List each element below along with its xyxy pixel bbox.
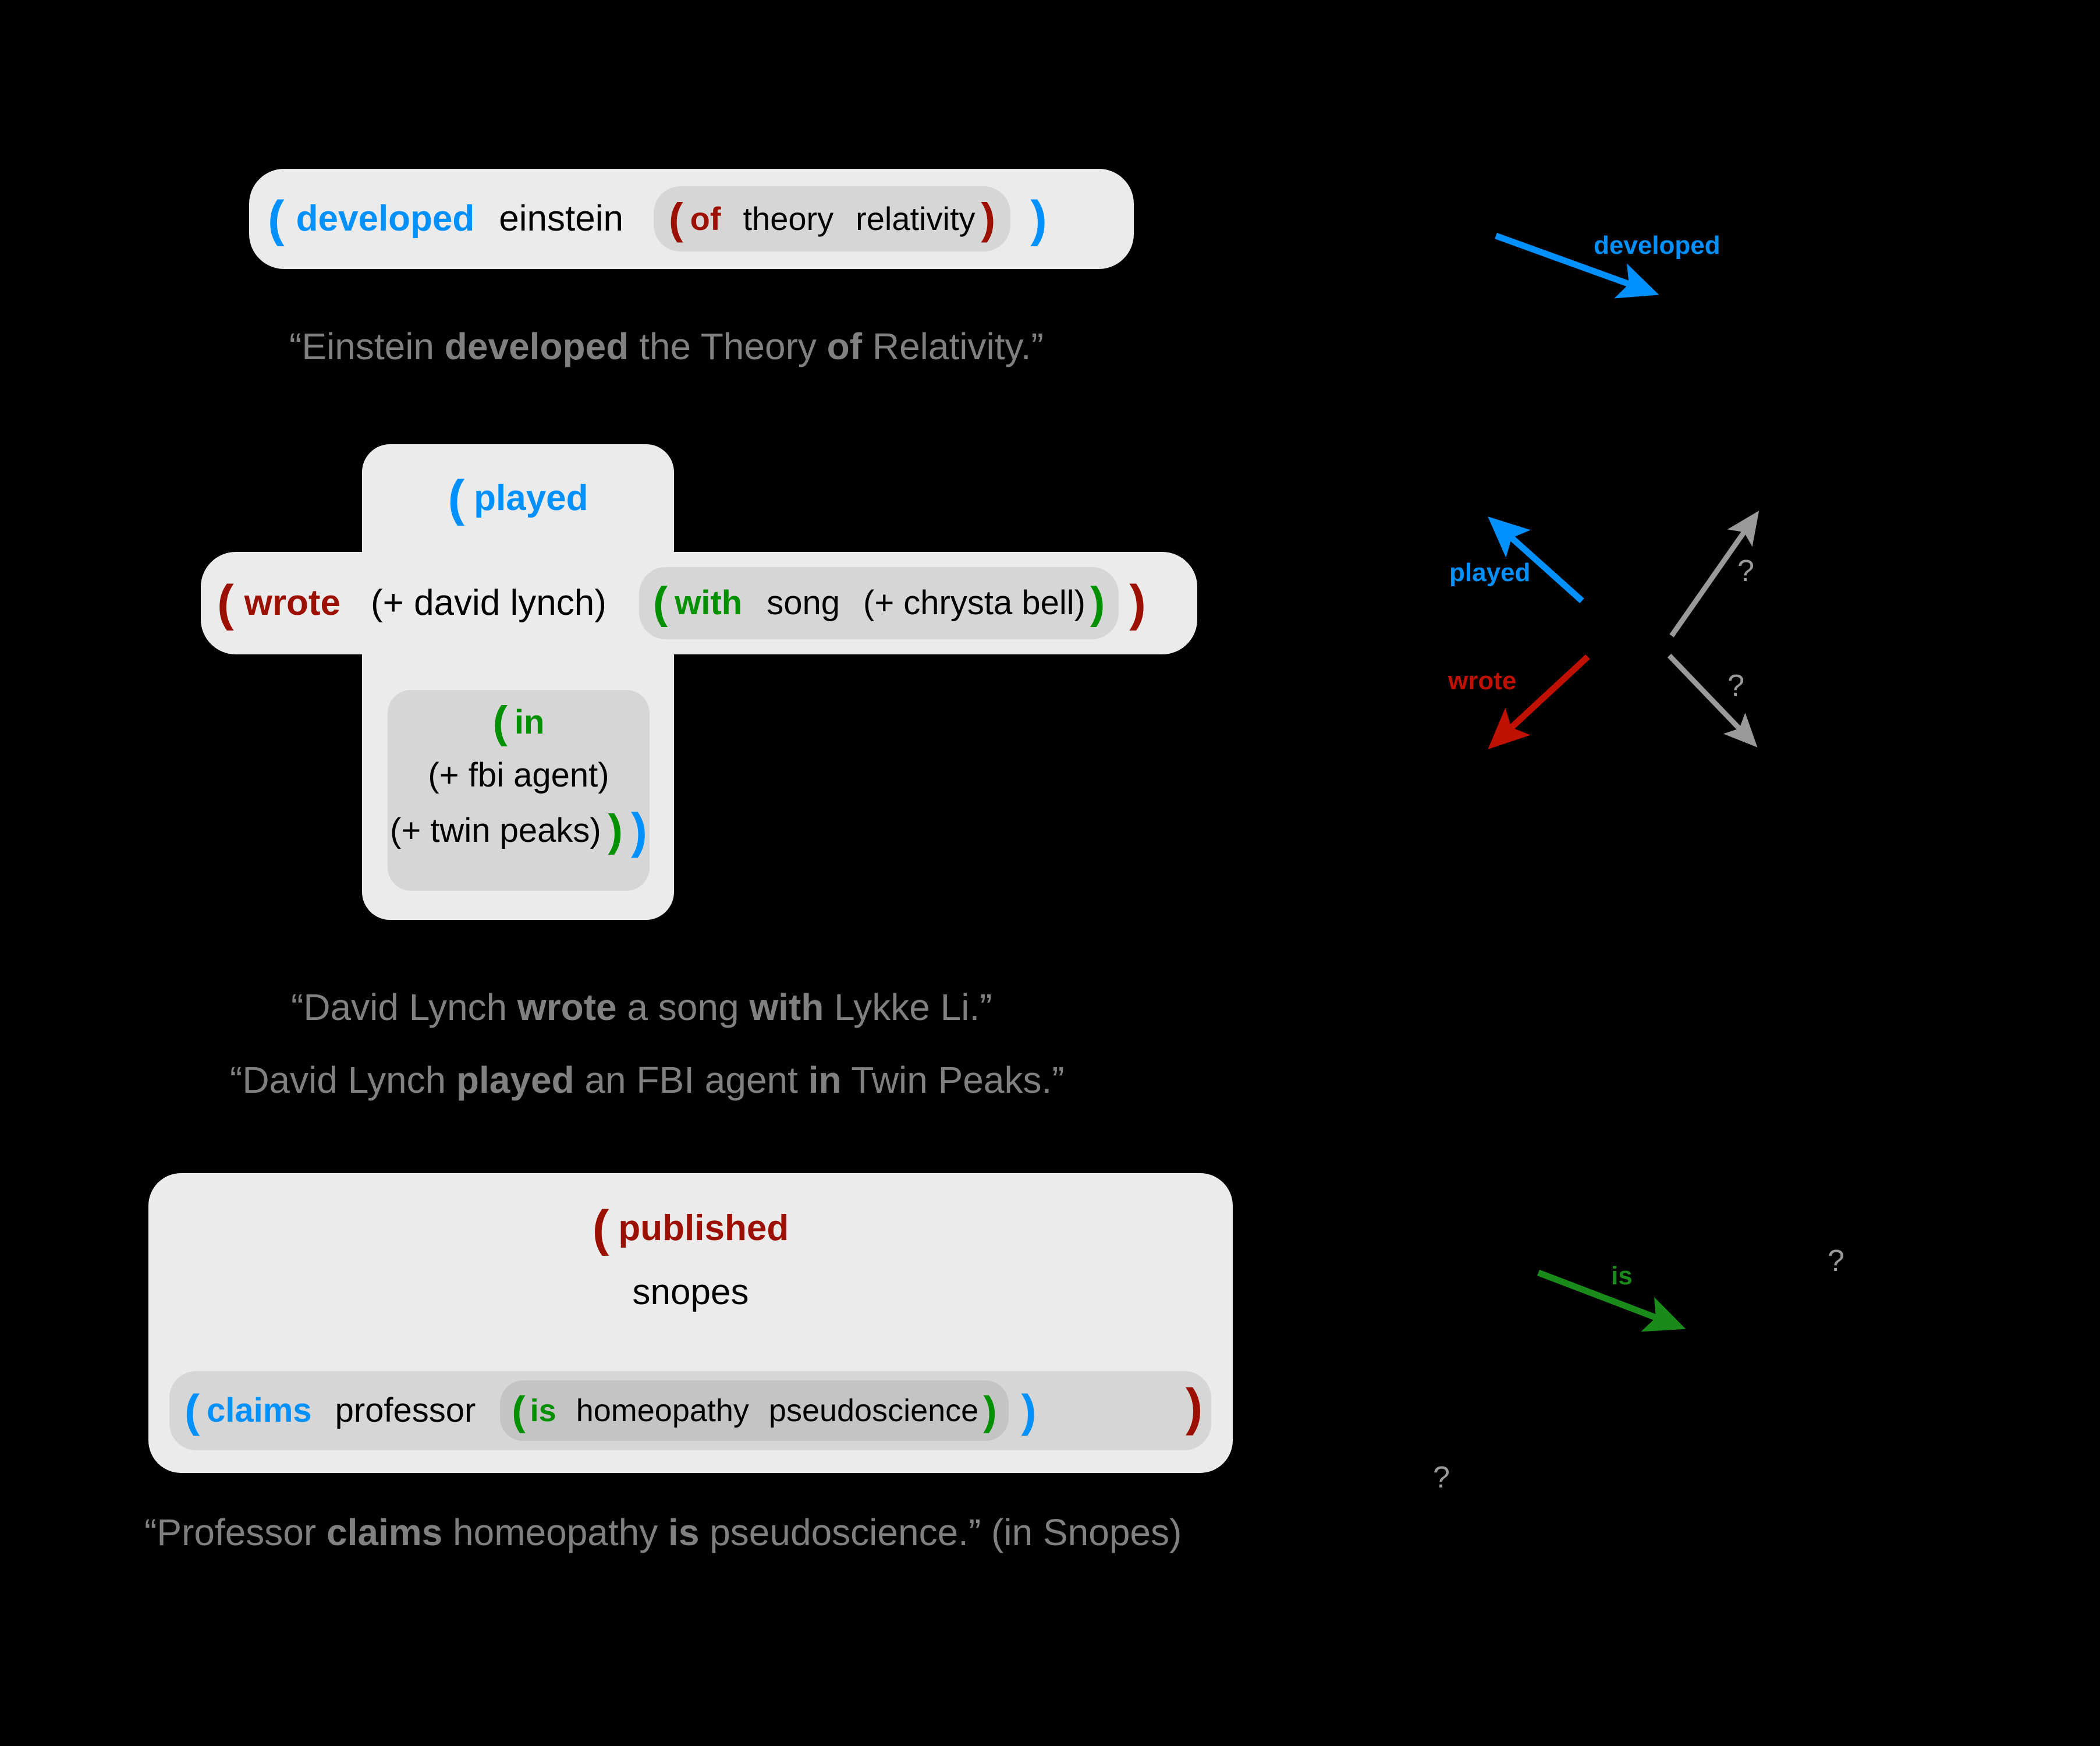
arrow-label-wrote: wrote [1448,667,1517,695]
close-paren-developed: ) [1030,191,1047,247]
caption-part-bold: claims [326,1511,443,1553]
predicate-is: is [530,1393,556,1428]
caption-part-bold: in [808,1059,842,1101]
arg-professor: professor [335,1391,476,1429]
caption-developed: “Einstein developed the Theory of Relati… [289,326,1044,367]
caption-part: Relativity.” [862,325,1044,367]
arg-theory: theory [743,200,834,237]
arg-chrysta-bell: (+ chrysta bell) [863,584,1086,622]
arg-einstein: einstein [499,199,623,239]
caption-part: a song [616,986,750,1028]
open-paren-of: ( [668,194,683,243]
structure-box-is: ( is homeopathy pseudoscience ) [500,1380,1009,1441]
predicate-developed: developed [296,199,475,239]
structure-box-claims: ( claims professor ( is homeopathy pseud… [169,1371,1211,1450]
caption-part: “David Lynch [291,986,517,1028]
played-head-row: ( played [362,444,674,523]
published-head-row: ( published [148,1173,1233,1253]
caption-part: “David Lynch [230,1059,456,1101]
in-arg2-row: (+ twin peaks) ) ) [388,792,650,855]
close-paren-of: ) [981,194,996,243]
close-paren-published: ) [1186,1378,1203,1436]
caption-part-bold: wrote [517,986,617,1028]
arg-twin-peaks: (+ twin peaks) [390,812,601,849]
arg-song: song [767,584,840,622]
structure-box-developed: ( developed einstein ( of theory relativ… [249,169,1134,269]
predicate-wrote: wrote [244,583,340,623]
arg-snopes: snopes [632,1272,749,1312]
arrow-is [1537,1269,1686,1332]
arg-homeopathy: homeopathy [576,1393,749,1428]
arg-fbi-agent: (+ fbi agent) [428,756,609,794]
close-paren-wrote: ) [1129,575,1146,631]
predicate-of: of [690,200,721,237]
caption-wrote: “David Lynch wrote a song with Lykke Li.… [291,987,992,1028]
caption-part: an FBI agent [574,1059,808,1101]
in-arg1-row: (+ fbi agent) [388,745,650,792]
predicate-published: published [618,1208,789,1248]
caption-part: “Professor [144,1511,327,1553]
caption-part: the Theory [629,325,827,367]
arrow-label-developed: developed [1594,231,1721,260]
caption-played: “David Lynch played an FBI agent in Twin… [230,1060,1065,1100]
open-paren-in: ( [492,697,508,747]
close-paren-in: ) [608,806,623,855]
question-mark-snopes-lower: ? [1433,1461,1450,1494]
question-mark-snopes-right: ? [1828,1244,1844,1278]
caption-part: homeopathy [442,1511,669,1553]
caption-published: “Professor claims homeopathy is pseudosc… [144,1512,1182,1553]
close-paren-with: ) [1090,578,1105,628]
close-paren-claims: ) [1021,1385,1037,1436]
structure-box-of: ( of theory relativity ) [653,186,1011,252]
caption-part-bold: developed [444,325,629,367]
caption-part: Lykke Li.” [824,986,992,1028]
open-paren-claims: ( [185,1385,200,1436]
caption-part-bold: played [456,1059,574,1101]
predicate-claims: claims [206,1391,312,1429]
open-paren-wrote: ( [217,575,234,631]
caption-part: Twin Peaks.” [841,1059,1065,1101]
open-paren-published: ( [592,1200,609,1256]
open-paren-with: ( [652,578,668,628]
predicate-in: in [514,703,545,741]
caption-part-bold: of [826,325,863,367]
arrow-label-is: is [1611,1262,1633,1290]
diagram-canvas: ( developed einstein ( of theory relativ… [0,0,2100,1746]
close-paren-is: ) [983,1388,997,1433]
open-paren-played: ( [448,470,465,526]
predicate-played: played [474,478,588,518]
caption-part: pseudoscience.” (in Snopes) [699,1511,1182,1553]
predicate-with: with [675,584,743,622]
open-paren-is: ( [512,1388,526,1433]
caption-part-bold: with [749,986,824,1028]
question-mark-lower: ? [1727,669,1744,703]
caption-part: “Einstein [289,325,445,367]
open-paren-developed: ( [268,191,285,247]
structure-box-with: ( with song (+ chrysta bell) ) [638,567,1119,639]
arrow-label-played: played [1449,558,1531,587]
in-head-row: ( in [388,690,650,745]
close-paren-played: ) [630,803,647,858]
arg-david-lynch: (+ david lynch) [371,583,606,623]
question-mark-upper: ? [1737,554,1754,588]
structure-box-in: ( in (+ fbi agent) (+ twin peaks) ) ) [388,690,650,891]
structure-box-published: ( published snopes ( claims professor ( … [148,1173,1233,1473]
arg-relativity: relativity [856,200,975,237]
published-arg-row: snopes [148,1253,1233,1311]
structure-box-wrote: ( wrote (+ david lynch) ( with song (+ c… [201,552,1197,654]
caption-part-bold: is [668,1511,700,1553]
arg-pseudoscience: pseudoscience [768,1393,979,1428]
